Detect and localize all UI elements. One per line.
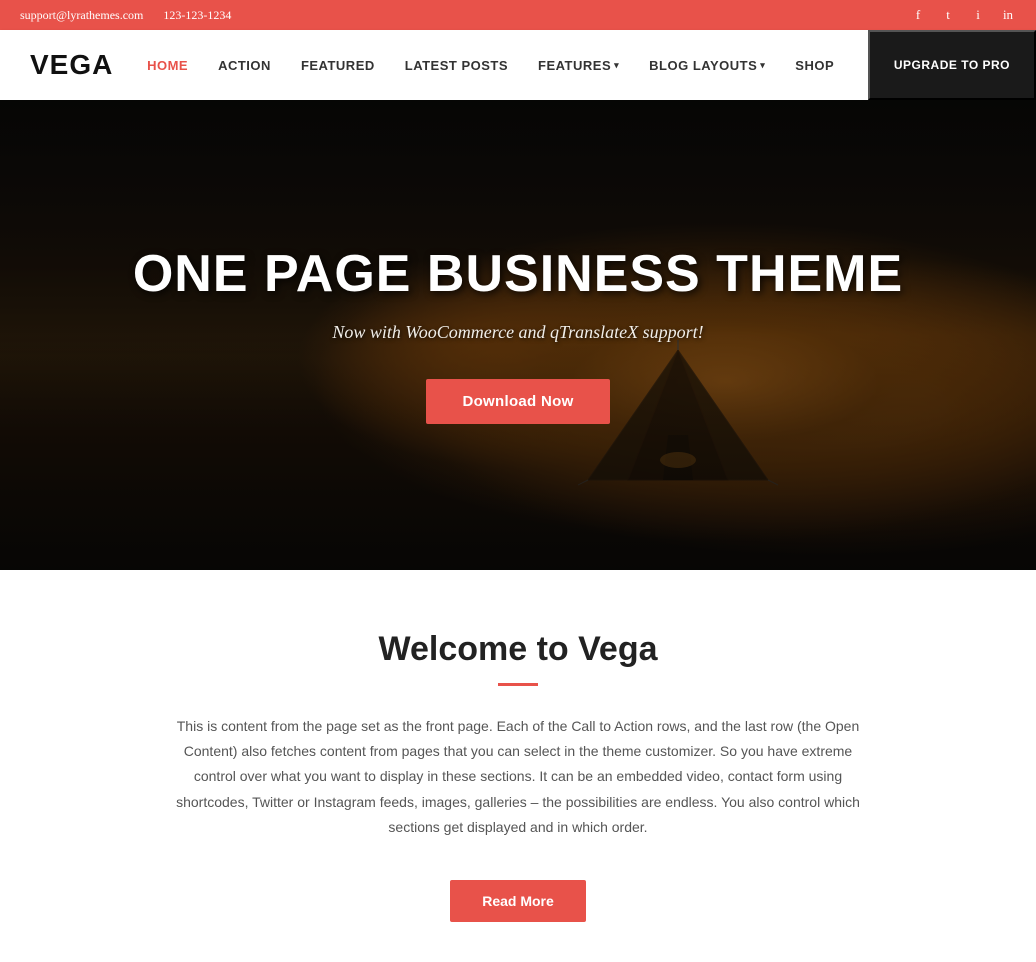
social-icons: f t i in — [910, 7, 1016, 23]
nav-shop[interactable]: SHOP — [780, 30, 849, 100]
nav-home[interactable]: HOME — [132, 30, 203, 100]
blog-layouts-dropdown-arrow: ▾ — [760, 60, 765, 71]
twitter-icon[interactable]: t — [940, 7, 956, 23]
hero-subtitle: Now with WooCommerce and qTranslateX sup… — [133, 322, 903, 343]
top-bar: support@lyrathemes.com 123-123-1234 f t … — [0, 0, 1036, 30]
hero-title: ONE PAGE BUSINESS THEME — [133, 246, 903, 303]
welcome-divider — [498, 683, 538, 686]
facebook-icon[interactable]: f — [910, 7, 926, 23]
site-logo[interactable]: VEGA — [30, 49, 113, 81]
phone-text: 123-123-1234 — [163, 8, 231, 23]
welcome-body: This is content from the page set as the… — [168, 714, 868, 840]
welcome-title: Welcome to Vega — [20, 630, 1016, 669]
main-nav: HOME ACTION FEATURED LATEST POSTS FEATUR… — [132, 30, 849, 100]
features-dropdown-arrow: ▾ — [614, 60, 619, 71]
nav-action[interactable]: ACTION — [203, 30, 286, 100]
hero-section: ONE PAGE BUSINESS THEME Now with WooComm… — [0, 100, 1036, 570]
linkedin-icon[interactable]: in — [1000, 7, 1016, 23]
header: VEGA HOME ACTION FEATURED LATEST POSTS F… — [0, 30, 1036, 100]
email-text: support@lyrathemes.com — [20, 8, 143, 23]
instagram-icon[interactable]: i — [970, 7, 986, 23]
download-now-button[interactable]: Download Now — [426, 379, 609, 424]
upgrade-to-pro-button[interactable]: UPGRADE TO PRO — [868, 30, 1036, 100]
top-bar-contact: support@lyrathemes.com 123-123-1234 — [20, 8, 231, 23]
nav-latest-posts[interactable]: LATEST POSTS — [390, 30, 523, 100]
welcome-section: Welcome to Vega This is content from the… — [0, 570, 1036, 962]
nav-features[interactable]: FEATURES ▾ — [523, 30, 634, 100]
hero-content: ONE PAGE BUSINESS THEME Now with WooComm… — [113, 246, 923, 423]
nav-blog-layouts[interactable]: BLOG LAYOUTS ▾ — [634, 30, 780, 100]
read-more-button[interactable]: Read More — [450, 880, 586, 922]
nav-featured[interactable]: FEATURED — [286, 30, 390, 100]
